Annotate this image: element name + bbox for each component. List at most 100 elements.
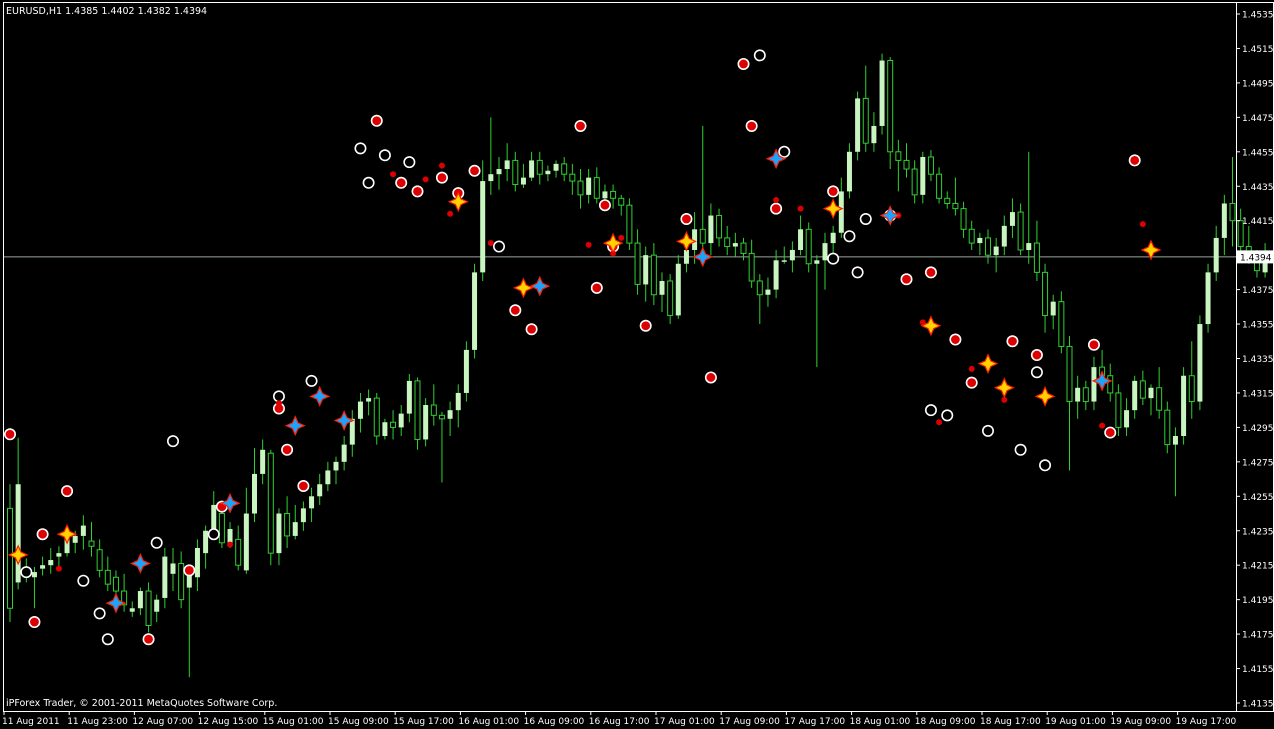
candle-body-bull: [480, 181, 486, 273]
candle-body-bear: [1107, 375, 1114, 394]
candle: [414, 377, 421, 450]
candle-body-bull: [1075, 387, 1081, 402]
candle-body-bear: [634, 242, 641, 285]
candle-body-bear: [178, 562, 185, 601]
white-circle-marker: [941, 409, 954, 422]
white-circle-marker: [362, 176, 375, 189]
x-tick-label: 19 Aug 09:00: [1110, 717, 1171, 727]
candle-body-bull: [1001, 225, 1007, 247]
candle-body-bull: [977, 237, 983, 244]
x-tick-label: 15 Aug 09:00: [328, 717, 389, 727]
y-tick-label: 1.4375: [1242, 286, 1274, 296]
candle: [887, 57, 894, 170]
price-chart[interactable]: 1.4535 1.4515 1.4495 1.4475 1.4455 1.4435 1.44…: [0, 0, 1274, 729]
candle-body-bull: [1197, 324, 1203, 402]
candle-body-bull: [643, 255, 649, 285]
red-dot-marker: [968, 365, 975, 372]
candle-body-bear: [373, 397, 380, 437]
candle-body-bull: [683, 249, 689, 264]
x-tick-label: 17 Aug 01:00: [654, 717, 715, 727]
candle-body-bull: [56, 553, 62, 557]
candle-body-bull: [789, 249, 795, 261]
candle-body-bull: [72, 535, 78, 543]
x-tick-label: 17 Aug 09:00: [719, 717, 780, 727]
red-dot-marker: [275, 400, 282, 407]
candle-body-bear: [1139, 380, 1146, 399]
candle-body-bear: [1115, 392, 1122, 428]
red-circle-marker: [1006, 335, 1019, 348]
red-circle-marker: [468, 164, 481, 177]
candle-body-bull: [406, 380, 412, 414]
current-price-value: 1.4394: [1240, 253, 1272, 263]
candle-body-bear: [756, 280, 763, 296]
candle-body-bull: [203, 530, 209, 554]
white-circle-marker: [1039, 459, 1052, 472]
candle-body-bear: [1058, 301, 1065, 347]
red-dot-marker: [1099, 422, 1106, 429]
candle-body-bear: [626, 204, 633, 244]
white-circle-marker: [1030, 366, 1043, 379]
candle-body-bear: [936, 173, 943, 199]
candle-body-bull: [781, 260, 787, 262]
y-tick-label: 1.4295: [1242, 424, 1274, 434]
candle-body-bear: [985, 237, 991, 256]
candle-body-bull: [1009, 212, 1015, 226]
candle-body-bear: [944, 197, 951, 204]
red-circle-marker: [509, 304, 522, 317]
red-dot-marker: [438, 162, 445, 169]
y-tick-label: 1.4535: [1242, 11, 1274, 21]
candle-body-bear: [593, 177, 600, 199]
white-circle-marker: [827, 252, 840, 265]
candle-body-bear: [390, 421, 397, 428]
candle-body-bull: [463, 349, 469, 393]
white-circle-marker: [101, 633, 114, 646]
candle: [472, 263, 478, 359]
candle-body-bear: [267, 452, 274, 554]
red-circle-marker: [949, 333, 962, 346]
candle-body-bull: [357, 401, 363, 419]
white-circle-marker: [93, 607, 106, 620]
white-circle-marker: [305, 374, 318, 387]
candle: [626, 198, 633, 250]
candle: [1181, 367, 1187, 445]
red-circle-marker: [900, 273, 913, 286]
red-circle-marker: [1087, 338, 1100, 351]
white-circle-marker: [20, 566, 33, 579]
candle-body-bull: [814, 260, 820, 264]
candle-body-bull: [227, 529, 233, 543]
white-circle-marker: [492, 240, 505, 253]
x-tick-label: 18 Aug 17:00: [980, 717, 1041, 727]
candle: [423, 398, 429, 447]
candle-body-bull: [520, 177, 526, 185]
y-tick-label: 1.4355: [1242, 321, 1274, 331]
red-circle-marker: [827, 185, 840, 198]
x-tick-label: 11 Aug 23:00: [67, 717, 128, 727]
candle-body-bear: [1164, 409, 1171, 446]
candle-body-bull: [366, 398, 372, 402]
x-tick-label: 15 Aug 17:00: [393, 717, 454, 727]
candle-body-bull: [846, 151, 852, 192]
candle-body-bull: [496, 169, 502, 175]
candle-body-bear: [887, 60, 894, 153]
candle-body-bull: [602, 191, 608, 199]
candle-body-bull: [1091, 367, 1097, 402]
candle: [1197, 315, 1203, 411]
x-tick-label: 18 Aug 01:00: [850, 717, 911, 727]
red-circle-marker: [183, 564, 196, 577]
red-dot-marker: [773, 197, 780, 204]
candle-body-bull: [170, 563, 176, 574]
x-tick-label: 18 Aug 09:00: [915, 717, 976, 727]
candle-body-bear: [968, 228, 975, 244]
x-tick-label: 19 Aug 17:00: [1176, 717, 1237, 727]
candle-body-bull: [732, 243, 738, 247]
red-dot-marker: [618, 234, 625, 241]
candle-body-bull: [162, 556, 168, 598]
candle-body-bull: [871, 125, 877, 144]
price-axis[interactable]: 1.4535 1.4515 1.4495 1.4475 1.4455 1.4435 1.44…: [1236, 11, 1274, 710]
y-tick-label: 1.4495: [1242, 79, 1274, 89]
candle-body-bull: [529, 160, 535, 178]
candle: [675, 255, 681, 319]
white-circle-marker: [843, 230, 856, 243]
candle-body-bull: [243, 513, 249, 571]
candle-body-bear: [438, 414, 445, 420]
